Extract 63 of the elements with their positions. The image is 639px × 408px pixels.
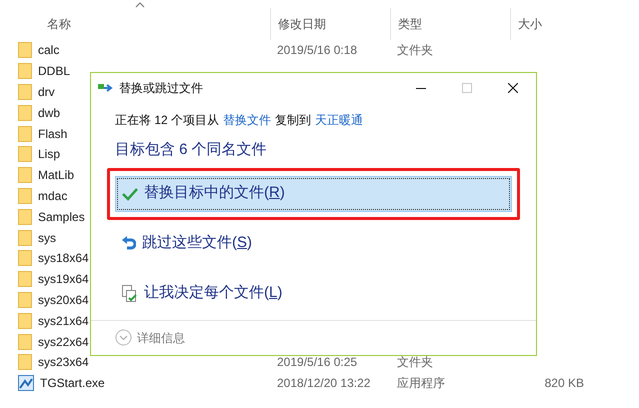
file-name[interactable]: MatLib [38, 166, 74, 184]
file-type: 应用程序 [397, 376, 445, 390]
folder-icon [18, 230, 32, 246]
column-header[interactable]: 大小 [518, 15, 542, 33]
folder-icon [18, 63, 32, 80]
file-name[interactable]: TGStart.exe [40, 374, 105, 392]
file-name[interactable]: sys21x64 [38, 312, 89, 330]
file-name[interactable]: Flash [38, 124, 68, 143]
folder-icon [18, 292, 32, 308]
folder-link[interactable]: 天正暖通 [315, 111, 364, 129]
file-name[interactable]: sys22x64 [38, 332, 89, 351]
dialog-title: 替换或跳过文件 [119, 80, 203, 97]
modified-date: 2018/12/20 13:22 [277, 376, 370, 390]
file-name[interactable]: sys [38, 228, 56, 247]
folder-icon [18, 188, 32, 204]
file-name[interactable]: sys20x64 [38, 290, 89, 309]
modified-date: 2019/5/16 0:25 [277, 355, 358, 370]
message-text: 复制到 [275, 112, 312, 129]
folder-icon [18, 104, 32, 121]
file-name[interactable]: sys18x64 [38, 249, 89, 268]
folder-icon [18, 208, 32, 225]
option-button[interactable]: 替换目标中的文件(R) [115, 176, 512, 212]
modified-date: 2019/5/16 0:18 [277, 43, 358, 58]
chevron-circle-icon [115, 329, 132, 346]
folder-icon [18, 126, 32, 142]
message-text: 正在将 12 个项目从 [115, 112, 220, 129]
column-header[interactable]: 修改日期 [278, 15, 326, 33]
folder-icon [18, 271, 32, 288]
option-button[interactable]: 跳过这些文件(S) [115, 226, 512, 262]
check-icon [122, 186, 138, 200]
column-header[interactable]: 类型 [398, 15, 422, 33]
folder-icon [18, 84, 32, 100]
folder-icon [18, 312, 32, 329]
file-name[interactable]: drv [38, 82, 55, 101]
folder-icon [18, 354, 32, 370]
folder-icon [18, 250, 32, 266]
folder-icon [18, 334, 32, 350]
option-button[interactable]: 让我决定每个文件(L) [115, 276, 512, 312]
folder-icon [18, 42, 32, 58]
application-icon [18, 375, 34, 392]
file-name[interactable]: dwb [38, 104, 60, 122]
file-type: 文件夹 [397, 355, 433, 370]
file-name[interactable]: mdac [38, 186, 68, 205]
details-toggle[interactable]: 详细信息 [115, 328, 185, 347]
undo-arrow-icon [122, 236, 136, 252]
file-name[interactable]: sys19x64 [38, 270, 89, 288]
file-type: 文件夹 [397, 43, 433, 58]
maximize-icon [462, 83, 472, 93]
file-size: 820 KB [544, 376, 584, 390]
file-name[interactable]: DDBL [38, 62, 70, 80]
file-name[interactable]: Lisp [38, 145, 60, 164]
file-name[interactable]: calc [38, 41, 60, 60]
column-header[interactable]: 名称 [47, 15, 71, 33]
copy-arrow-icon [98, 83, 114, 93]
folder-icon [18, 167, 32, 184]
folder-link[interactable]: 替换文件 [223, 111, 272, 129]
file-name[interactable]: sys23x64 [38, 353, 89, 372]
documents-check-icon [122, 284, 138, 302]
sort-caret-icon [135, 2, 145, 8]
close-icon [508, 83, 518, 93]
file-name[interactable]: Samples [38, 208, 85, 226]
dialog-heading: 目标包含 6 个同名文件 [114, 140, 268, 160]
folder-icon [18, 146, 32, 162]
